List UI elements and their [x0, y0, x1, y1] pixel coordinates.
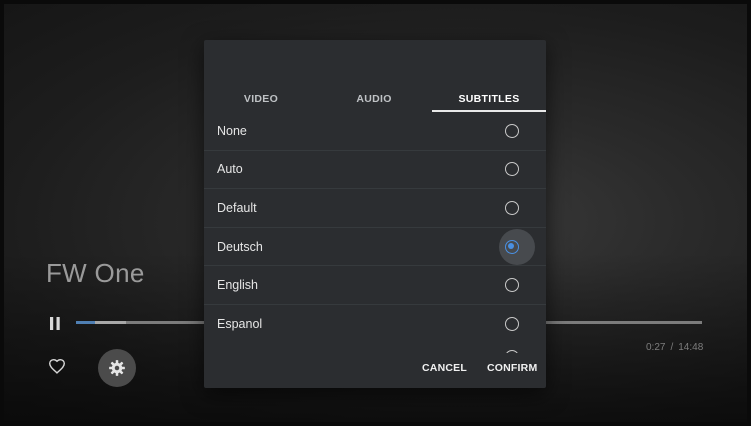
option-auto[interactable]: Auto [204, 149, 546, 189]
option-english[interactable]: English [204, 265, 546, 304]
radio-unchecked-icon[interactable] [505, 162, 519, 177]
time-separator: / [670, 342, 674, 353]
confirm-button[interactable]: CONFIRM [487, 362, 537, 374]
favorite-button[interactable] [48, 358, 66, 379]
option-espanol[interactable]: Espanol [204, 303, 546, 343]
tab-bar: VIDEO AUDIO SUBTITLES [204, 86, 546, 112]
option-label: Espanol [217, 316, 263, 331]
option-label: Deutsch [217, 239, 263, 254]
tab-video[interactable]: VIDEO [216, 86, 306, 112]
option-label: English [217, 278, 258, 293]
current-time: 0:27 [646, 342, 666, 353]
heart-outline-icon [48, 358, 66, 374]
option-label: Auto [217, 162, 243, 177]
duration: 14:48 [678, 342, 704, 353]
subtitle-options-list: None Auto Default Deutsch English Espano… [204, 112, 546, 343]
radio-unchecked-icon[interactable] [505, 278, 519, 293]
cancel-button[interactable]: CANCEL [422, 362, 467, 374]
radio-unchecked-icon[interactable] [505, 123, 519, 138]
radio-unchecked-icon[interactable] [505, 316, 519, 331]
settings-button[interactable] [98, 349, 136, 387]
time-readout: 0:27 / 14:48 [646, 342, 703, 353]
tab-subtitles[interactable]: SUBTITLES [432, 86, 546, 112]
gear-icon [109, 360, 125, 376]
option-deutsch[interactable]: Deutsch [204, 226, 546, 266]
tab-audio[interactable]: AUDIO [329, 86, 419, 112]
video-title: FW One [46, 258, 145, 288]
radio-checked-icon[interactable] [505, 239, 519, 254]
track-selection-dialog: VIDEO AUDIO SUBTITLES None Auto Default … [204, 40, 546, 388]
seek-progress [76, 321, 95, 324]
option-none[interactable]: None [204, 112, 546, 150]
option-default[interactable]: Default [204, 188, 546, 227]
option-label: None [217, 123, 247, 138]
pause-icon [50, 316, 60, 330]
option-label: Default [217, 200, 257, 215]
radio-unchecked-icon[interactable] [505, 200, 519, 215]
partially-visible-radio-icon [505, 350, 519, 353]
pause-button[interactable] [46, 314, 64, 332]
